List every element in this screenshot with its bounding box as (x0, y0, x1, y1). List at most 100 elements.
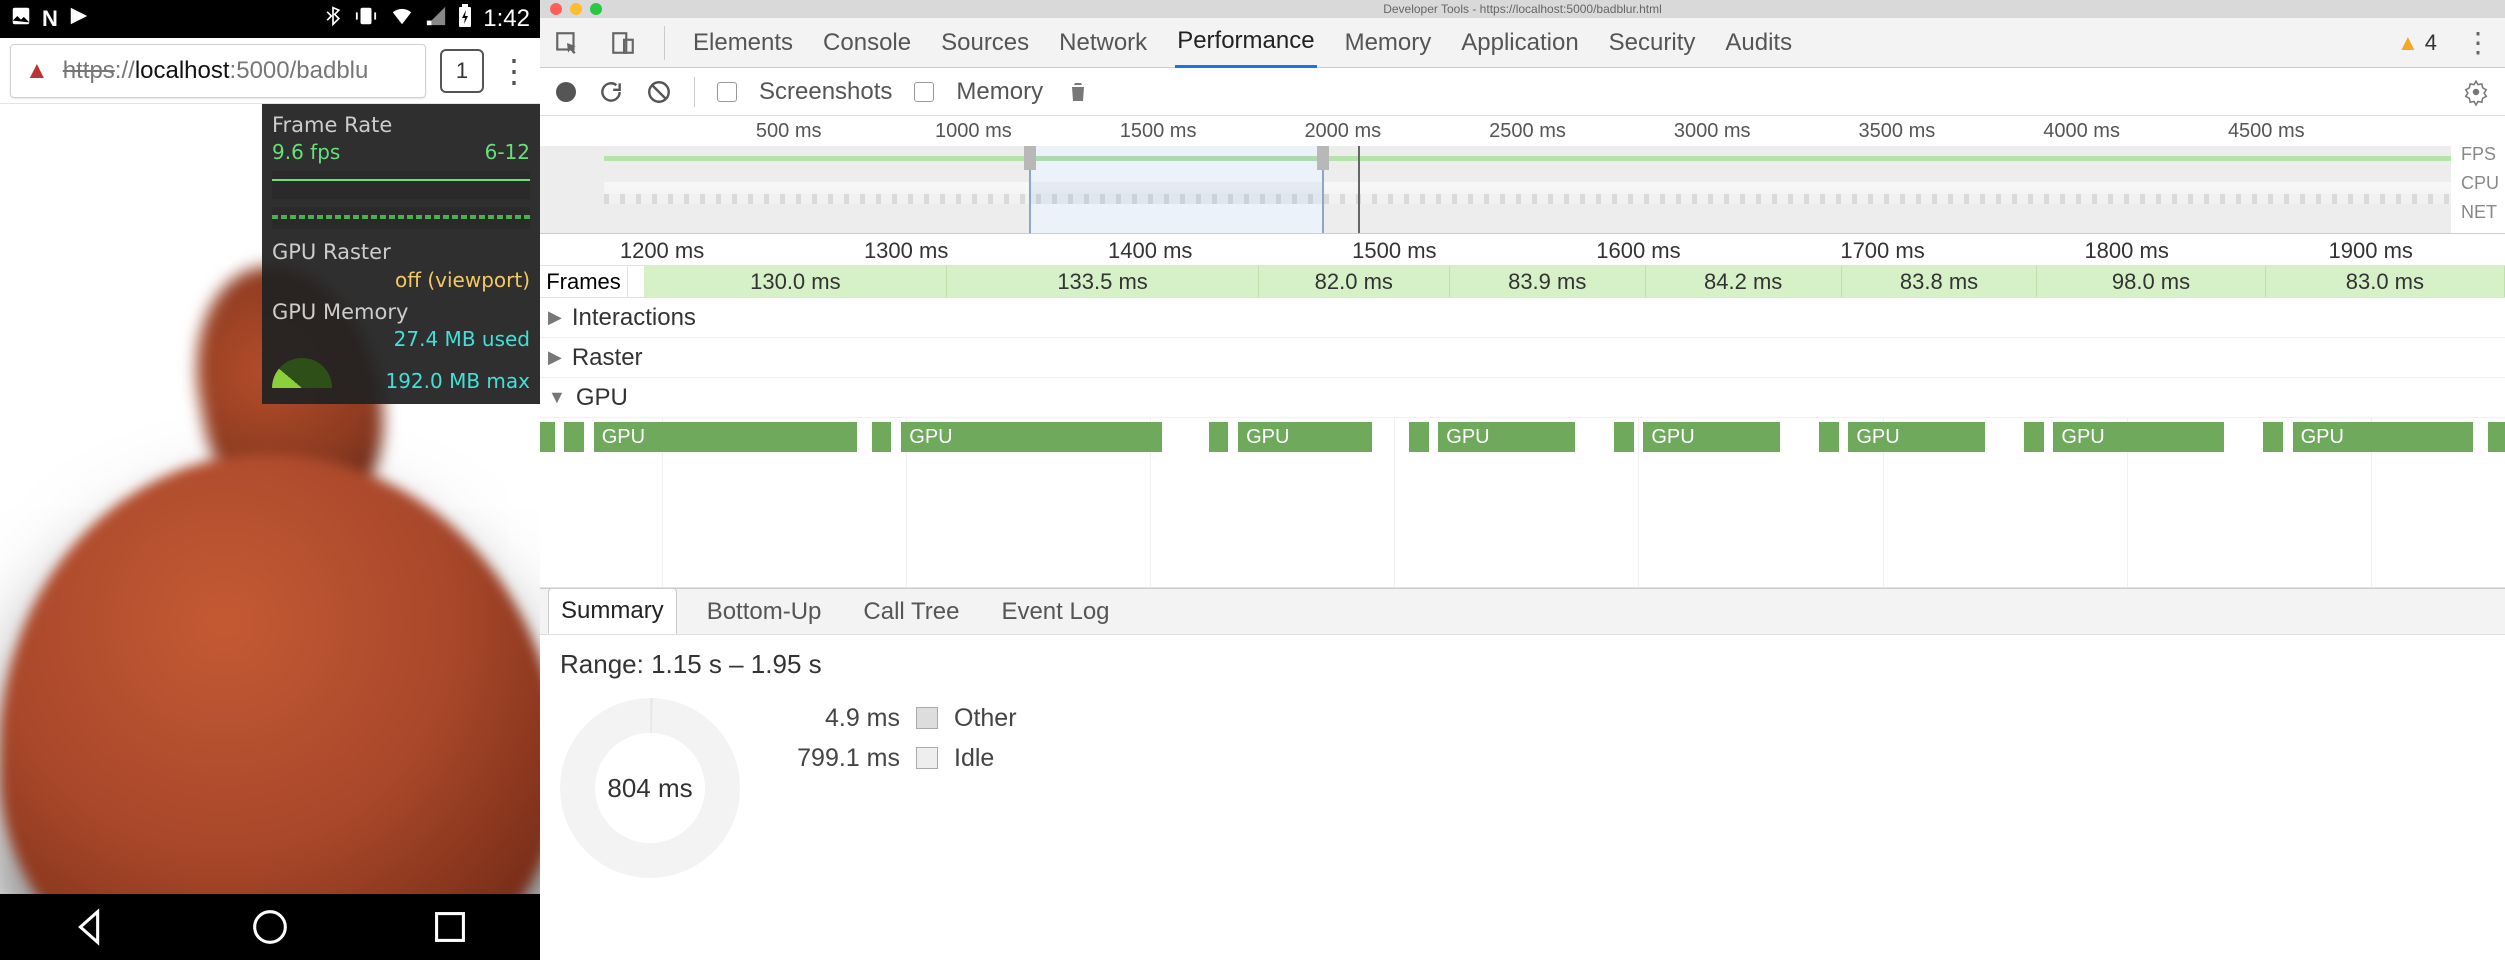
overview-tick: 2000 ms (1304, 120, 1381, 143)
back-button[interactable] (67, 904, 113, 950)
gpu-block[interactable] (2024, 422, 2044, 452)
details-tabbar: Summary Bottom-Up Call Tree Event Log (540, 589, 2505, 635)
phone-screen: N 1:42 ▲ https://localhost:5000/badblu 1… (0, 0, 540, 960)
tab-audits[interactable]: Audits (1723, 19, 1794, 67)
overview-net-label: NET (2461, 202, 2499, 223)
record-button[interactable] (556, 82, 576, 102)
overview-selection[interactable] (1029, 146, 1325, 233)
gpu-section[interactable]: ▼GPU (540, 378, 2505, 418)
gpu-block[interactable]: GPU (1643, 422, 1780, 452)
selection-handle-right[interactable] (1317, 146, 1329, 170)
memory-label: Memory (956, 78, 1043, 106)
summary-panel: Range: 1.15 s – 1.95 s 804 ms 4.9 ms Oth… (540, 635, 2505, 960)
frame-cell[interactable]: 130.0 ms (644, 266, 947, 297)
gpu-track-area[interactable]: GPU GPU GPU GPU GPU GPU GPU GPU (540, 418, 2505, 588)
flame-tick: 1900 ms (2329, 238, 2413, 264)
gpu-block[interactable]: GPU (594, 422, 858, 452)
other-ms: 4.9 ms (780, 704, 900, 733)
flamechart[interactable]: 1200 ms1300 ms1400 ms1500 ms1600 ms1700 … (540, 234, 2505, 589)
fps-sparkline-2 (272, 207, 530, 229)
interactions-section[interactable]: ▶Interactions (540, 298, 2505, 338)
tab-elements[interactable]: Elements (691, 19, 795, 67)
gpu-block[interactable]: GPU (2053, 422, 2224, 452)
overview-tick: 1500 ms (1120, 120, 1197, 143)
overview-strip[interactable]: 500 ms1000 ms1500 ms2000 ms2500 ms3000 m… (540, 116, 2505, 234)
gpu-block[interactable] (540, 422, 555, 452)
inspect-icon[interactable] (552, 28, 582, 58)
recents-button[interactable] (427, 904, 473, 950)
details-tab-bottomup[interactable]: Bottom-Up (695, 590, 834, 634)
more-icon[interactable]: ⋮ (2463, 28, 2493, 58)
gallery-icon (10, 5, 32, 33)
details-tab-summary[interactable]: Summary (548, 588, 677, 634)
overview-tick: 1000 ms (935, 120, 1012, 143)
gpu-block[interactable]: GPU (1848, 422, 1985, 452)
gpu-block[interactable]: GPU (1238, 422, 1372, 452)
frame-cell[interactable]: 82.0 ms (1259, 266, 1450, 297)
menu-button[interactable]: ⋮ (498, 52, 530, 90)
tab-performance[interactable]: Performance (1175, 17, 1316, 68)
trash-button[interactable] (1065, 79, 1091, 105)
tab-application[interactable]: Application (1459, 19, 1580, 67)
gpu-block[interactable] (1209, 422, 1229, 452)
gpu-block[interactable] (872, 422, 892, 452)
clear-button[interactable] (646, 79, 672, 105)
warnings-badge[interactable]: ▲4 (2397, 30, 2437, 56)
frame-cell[interactable]: 84.2 ms (1646, 266, 1842, 297)
chevron-right-icon: ▶ (548, 307, 562, 328)
chevron-right-icon: ▶ (548, 347, 562, 368)
summary-legend: 4.9 ms Other 799.1 ms Idle (780, 698, 1017, 778)
tab-console[interactable]: Console (821, 19, 913, 67)
memory-checkbox[interactable] (914, 82, 934, 102)
frame-cell[interactable]: 98.0 ms (2037, 266, 2266, 297)
overview-body[interactable] (540, 146, 2451, 233)
statusbar-time: 1:42 (483, 5, 530, 33)
selection-handle-left[interactable] (1024, 146, 1036, 170)
play-icon (68, 5, 90, 33)
gpu-mem-max: 192.0 MB max (385, 368, 530, 394)
frame-cell[interactable]: 83.8 ms (1842, 266, 2037, 297)
reload-button[interactable] (598, 79, 624, 105)
gpu-raster-label: GPU Raster (272, 239, 391, 266)
url-bar[interactable]: ▲ https://localhost:5000/badblu (10, 44, 426, 98)
window-title: Developer Tools - https://localhost:5000… (540, 2, 2505, 16)
tab-security[interactable]: Security (1607, 19, 1698, 67)
gpu-block[interactable] (564, 422, 584, 452)
url-scheme: https (63, 57, 115, 84)
flame-tick: 1400 ms (1108, 238, 1192, 264)
tab-memory[interactable]: Memory (1343, 19, 1434, 67)
tab-network[interactable]: Network (1057, 19, 1149, 67)
page-viewport: Frame Rate 9.6 fps 6-12 GPU Raster off (… (0, 104, 540, 894)
gpu-memory-label: GPU Memory (272, 299, 530, 326)
gpu-block[interactable] (1614, 422, 1634, 452)
gpu-block[interactable] (1819, 422, 1839, 452)
gpu-block[interactable]: GPU (901, 422, 1162, 452)
fps-sparkline-1 (272, 171, 530, 199)
home-button[interactable] (247, 904, 293, 950)
screenshots-checkbox[interactable] (717, 82, 737, 102)
device-toggle-icon[interactable] (608, 28, 638, 58)
other-label: Other (954, 704, 1017, 733)
overview-tick: 500 ms (756, 120, 822, 143)
settings-icon[interactable] (2463, 79, 2489, 105)
frame-cell[interactable]: 133.5 ms (947, 266, 1258, 297)
gpu-block[interactable]: GPU (1438, 422, 1575, 452)
frame-cell[interactable]: 83.0 ms (2266, 266, 2505, 297)
perf-toolbar: Screenshots Memory (540, 68, 2505, 116)
gpu-block[interactable] (1409, 422, 1429, 452)
flame-tick: 1700 ms (1840, 238, 1924, 264)
frames-cells[interactable]: 130.0 ms133.5 ms82.0 ms83.9 ms84.2 ms83.… (628, 266, 2505, 297)
frames-label: Frames (540, 266, 628, 297)
details-tab-eventlog[interactable]: Event Log (989, 590, 1121, 634)
overview-tick: 3500 ms (1859, 120, 1936, 143)
tabs-button[interactable]: 1 (440, 49, 484, 93)
raster-section[interactable]: ▶Raster (540, 338, 2505, 378)
gpu-block[interactable] (2488, 422, 2505, 452)
frame-cell[interactable]: 83.9 ms (1450, 266, 1646, 297)
overview-marker[interactable] (1358, 146, 1360, 233)
gpu-raster-value: off (viewport) (395, 267, 530, 293)
details-tab-calltree[interactable]: Call Tree (851, 590, 971, 634)
tab-sources[interactable]: Sources (939, 19, 1031, 67)
gpu-block[interactable]: GPU (2293, 422, 2474, 452)
gpu-block[interactable] (2263, 422, 2283, 452)
